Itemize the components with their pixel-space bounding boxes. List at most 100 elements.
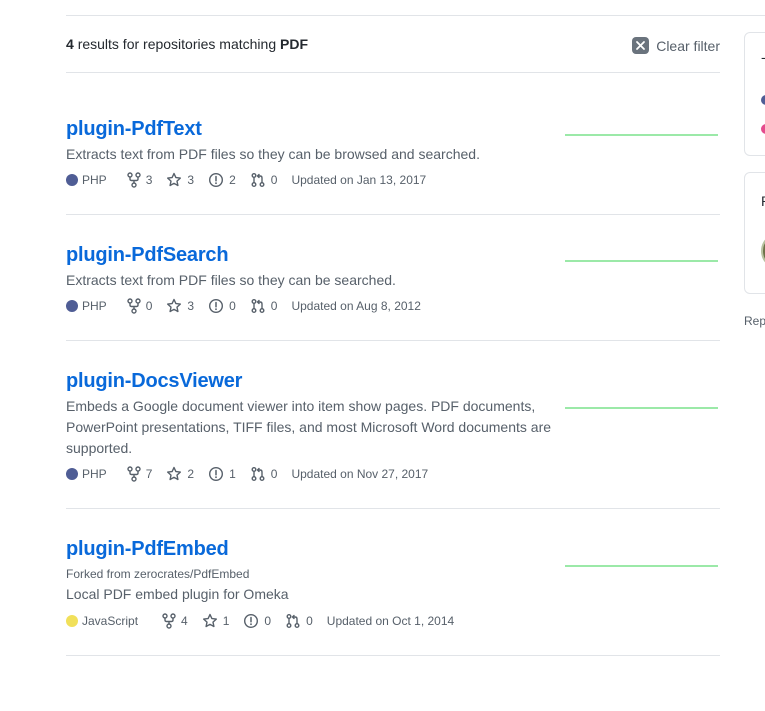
pull-request-icon [251, 299, 265, 313]
repo-name-link[interactable]: plugin-PdfText [66, 118, 202, 141]
pulls-link[interactable]: 0 [250, 466, 278, 482]
language-color-dot [66, 468, 78, 480]
repo-meta: JavaScript 4 1 0 0 Updated on Oct 1, 201… [66, 613, 468, 629]
pulls-link[interactable]: 0 [250, 172, 278, 188]
fork-icon [126, 466, 141, 482]
stars-link[interactable]: 1 [202, 613, 230, 629]
forks-link[interactable]: 4 [162, 613, 188, 629]
repo-description: Embeds a Google document viewer into ite… [66, 398, 552, 456]
language-color-dot [761, 124, 765, 134]
results-summary: 4 results for repositories matching PDF [66, 36, 308, 52]
star-icon [167, 172, 182, 187]
pull-request-icon [286, 614, 300, 628]
fork-icon [126, 298, 141, 314]
issues-count: 1 [229, 467, 236, 481]
sidebar-footer-text[interactable]: Rep [744, 314, 765, 328]
forks-link[interactable]: 0 [126, 298, 153, 314]
repo-meta: PHP 0 3 0 0 Updated on Aug 8, 2012 [66, 298, 435, 314]
forks-link[interactable]: 7 [126, 466, 153, 482]
updated-date: Updated on Aug 8, 2012 [291, 299, 421, 313]
repo-list-item: plugin-PdfEmbed Forked from zerocrates/P… [66, 538, 720, 656]
activity-sparkline [565, 565, 718, 567]
repo-description: Local PDF embed plugin for Omeka [66, 586, 289, 602]
activity-sparkline [565, 134, 718, 136]
top-divider [66, 15, 765, 16]
repo-language: PHP [66, 467, 107, 481]
repo-language: PHP [66, 173, 107, 187]
stars-count: 1 [222, 614, 230, 628]
issue-icon [244, 613, 259, 629]
issues-link[interactable]: 0 [208, 298, 236, 314]
pulls-link[interactable]: 0 [250, 298, 278, 314]
forks-count: 7 [145, 467, 153, 481]
updated-date: Updated on Nov 27, 2017 [291, 467, 429, 481]
pulls-count: 0 [270, 299, 278, 313]
pulls-link[interactable]: 0 [285, 613, 313, 629]
repo-list-item: plugin-DocsViewer Embeds a Google docume… [66, 370, 720, 509]
repo-name-link[interactable]: plugin-DocsViewer [66, 370, 242, 393]
issues-count: 0 [229, 299, 236, 313]
issues-count: 2 [229, 173, 236, 187]
results-header: 4 results for repositories matching PDF … [66, 34, 720, 73]
repo-list-item: plugin-PdfText Extracts text from PDF fi… [66, 118, 720, 215]
fork-icon [126, 172, 141, 188]
stars-count: 2 [187, 467, 195, 481]
language-label: PHP [82, 173, 107, 187]
language-color-dot [761, 95, 765, 105]
updated-date: Updated on Jan 13, 2017 [291, 173, 427, 187]
repo-name-link[interactable]: plugin-PdfEmbed [66, 538, 229, 561]
stars-link[interactable]: 3 [166, 172, 194, 188]
repo-meta: PHP 7 2 1 0 Updated on Nov 27, 2017 [66, 466, 442, 482]
repo-meta: PHP 3 3 2 0 Updated on Jan 13, 2017 [66, 172, 440, 188]
repo-language: JavaScript [66, 614, 138, 628]
pulls-count: 0 [306, 614, 313, 628]
stars-link[interactable]: 2 [166, 466, 194, 482]
repo-list-item: plugin-PdfSearch Extracts text from PDF … [66, 244, 720, 341]
close-icon [632, 37, 650, 54]
repo-language: PHP [66, 299, 107, 313]
issue-icon [209, 298, 224, 314]
updated-date: Updated on Oct 1, 2014 [326, 614, 455, 628]
activity-sparkline [565, 260, 718, 262]
box-title-fragment: - [761, 49, 765, 65]
stars-count: 3 [187, 173, 195, 187]
issues-link[interactable]: 0 [243, 613, 271, 629]
star-icon [167, 298, 182, 313]
stars-link[interactable]: 3 [166, 298, 194, 314]
stars-count: 3 [187, 299, 195, 313]
forked-from-link[interactable]: Forked from zerocrates/PdfEmbed [66, 567, 249, 581]
pulls-count: 0 [270, 467, 278, 481]
avatar[interactable] [761, 233, 765, 269]
issues-link[interactable]: 2 [208, 172, 236, 188]
star-icon [167, 466, 182, 481]
results-query: PDF [280, 36, 308, 52]
repo-description: Extracts text from PDF files so they can… [66, 272, 396, 288]
language-color-dot [66, 615, 78, 627]
issue-icon [209, 172, 224, 188]
people-box-title: P [761, 193, 765, 209]
clear-filter-label: Clear filter [656, 37, 720, 54]
forks-count: 4 [181, 614, 188, 628]
issue-icon [209, 466, 224, 482]
language-color-dot [66, 300, 78, 312]
language-label: JavaScript [82, 614, 139, 628]
pull-request-icon [251, 467, 265, 481]
results-summary-text: results for repositories matching [77, 36, 277, 52]
issues-link[interactable]: 1 [208, 466, 236, 482]
star-icon [202, 613, 217, 628]
forks-count: 0 [145, 299, 153, 313]
forks-count: 3 [145, 173, 153, 187]
issues-count: 0 [264, 614, 272, 628]
fork-icon [162, 613, 176, 629]
people-box: P [744, 172, 765, 294]
language-label: PHP [82, 467, 107, 481]
repo-description: Extracts text from PDF files so they can… [66, 146, 480, 162]
clear-filter-button[interactable]: Clear filter [632, 37, 720, 54]
forks-link[interactable]: 3 [126, 172, 153, 188]
pull-request-icon [251, 173, 265, 187]
repo-name-link[interactable]: plugin-PdfSearch [66, 244, 229, 267]
results-count: 4 [66, 36, 74, 52]
activity-sparkline [565, 407, 718, 409]
pulls-count: 0 [270, 173, 278, 187]
language-label: PHP [82, 299, 107, 313]
